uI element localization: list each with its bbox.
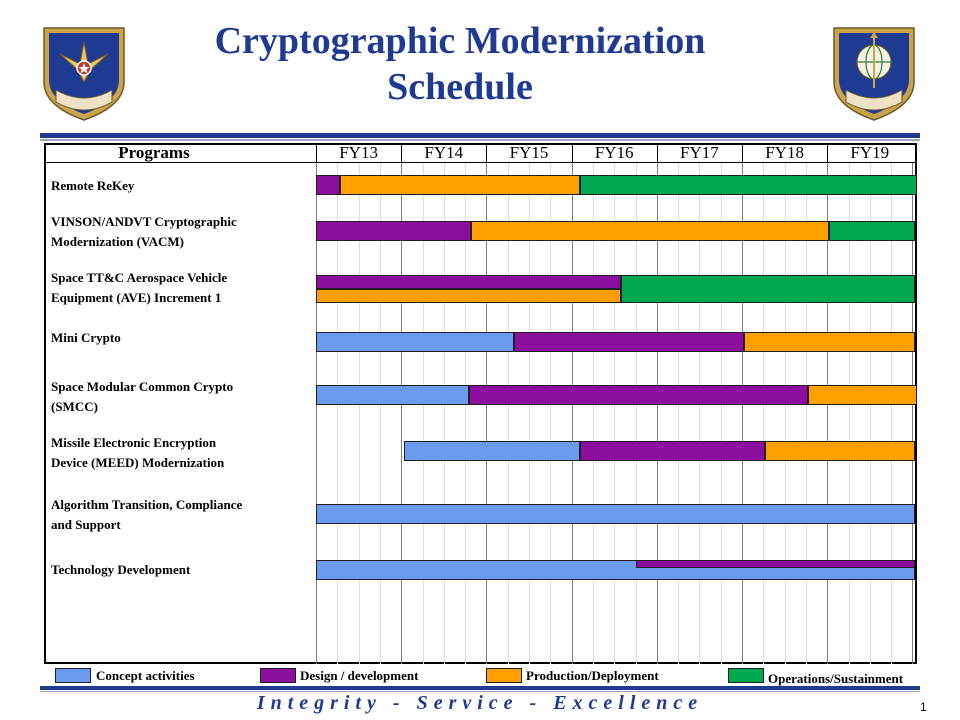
fy-label: FY19: [850, 143, 890, 162]
fy-header-separator: [401, 143, 402, 162]
legend-swatch: [486, 668, 522, 683]
program-label: VINSON/ANDVT Cryptographic Modernization …: [51, 212, 237, 252]
gantt-bar: [339, 175, 581, 195]
fy-label: FY18: [765, 143, 804, 162]
fy-header-separator: [657, 143, 658, 162]
gantt-bar: [316, 275, 622, 289]
fy-label: FY13: [339, 143, 378, 162]
program-label-line: Algorithm Transition, Compliance: [51, 497, 243, 512]
fy-header-separator: [827, 143, 828, 162]
header-rule: [40, 133, 920, 138]
legend-swatch: [260, 668, 296, 683]
gantt-bar: [635, 560, 915, 568]
gantt-bar: [469, 385, 809, 405]
program-label-line: Missile Electronic Encryption: [51, 435, 217, 450]
page-number: 1: [920, 700, 927, 714]
gantt-bar: [403, 441, 581, 461]
footer-motto: Integrity - Service - Excellence: [256, 692, 704, 714]
legend-label: Concept activities: [96, 668, 195, 683]
fy-header-separator: [742, 143, 743, 162]
program-label-line: Space Modular Common Crypto: [51, 379, 234, 394]
gantt-bar: [316, 504, 915, 524]
fy-label: FY17: [680, 143, 719, 162]
fy-label: FY16: [594, 143, 634, 162]
page-title: Cryptographic Modernization Schedule: [160, 18, 760, 110]
gantt-bar: [316, 221, 472, 241]
program-label: Technology Development: [51, 560, 190, 580]
legend-label: Operations/Sustainment: [768, 671, 904, 686]
program-label-line: Device (MEED) Modernization: [51, 455, 225, 470]
gantt-bar: [316, 332, 514, 352]
program-label-line: Remote ReKey: [51, 178, 135, 193]
fy-label: FY15: [509, 143, 549, 162]
fy-label: FY14: [424, 143, 464, 162]
program-label-line: VINSON/ANDVT Cryptographic: [51, 214, 237, 229]
program-label: Mini Crypto: [51, 328, 121, 348]
gantt-bar: [316, 289, 622, 303]
program-label: Algorithm Transition, Compliance and Supp…: [51, 495, 242, 535]
program-label-line: Equipment (AVE) Increment 1: [51, 290, 222, 305]
gantt-bar: [621, 275, 915, 303]
legend-swatch: [728, 668, 764, 683]
fy-header-separator: [486, 143, 487, 162]
legend-swatch: [55, 668, 91, 683]
fy-header-separator: [316, 143, 317, 162]
gantt-bar: [580, 441, 765, 461]
title-line-1: Cryptographic Modernization: [214, 20, 706, 62]
gantt-bar: [743, 332, 915, 352]
program-label: Space Modular Common Crypto (SMCC): [51, 377, 233, 417]
program-label-line: Mini Crypto: [51, 330, 121, 345]
program-label: Space TT&C Aerospace Vehicle Equipment (A…: [51, 268, 227, 308]
afmc-shield-emblem: [43, 27, 125, 121]
program-label-line: and Support: [51, 517, 121, 532]
gantt-bar: [580, 175, 917, 195]
program-label: Missile Electronic Encryption Device (MEE…: [51, 433, 224, 473]
gantt-bar: [765, 441, 915, 461]
program-label-line: Technology Development: [51, 562, 191, 577]
gantt-bar: [828, 221, 915, 241]
title-line-2: Schedule: [387, 66, 533, 108]
gantt-bar: [316, 175, 340, 195]
program-label-line: Space TT&C Aerospace Vehicle: [51, 270, 228, 285]
program-label-line: (SMCC): [51, 399, 98, 414]
gantt-bar: [808, 385, 917, 405]
header-rule-thin: [40, 139, 920, 141]
legend-label: Design / development: [300, 668, 419, 683]
program-label: Remote ReKey: [51, 176, 134, 196]
gantt-bar: [316, 385, 470, 405]
legend-label: Production/Deployment: [526, 668, 659, 683]
gantt-header-divider: [44, 162, 917, 163]
program-label-line: Modernization (VACM): [51, 234, 184, 249]
programs-header: Programs: [118, 143, 190, 162]
fy-header-separator: [572, 143, 573, 162]
gantt-bar: [513, 332, 744, 352]
gantt-bar: [471, 221, 829, 241]
af-lcmc-shield-emblem: [833, 27, 915, 121]
